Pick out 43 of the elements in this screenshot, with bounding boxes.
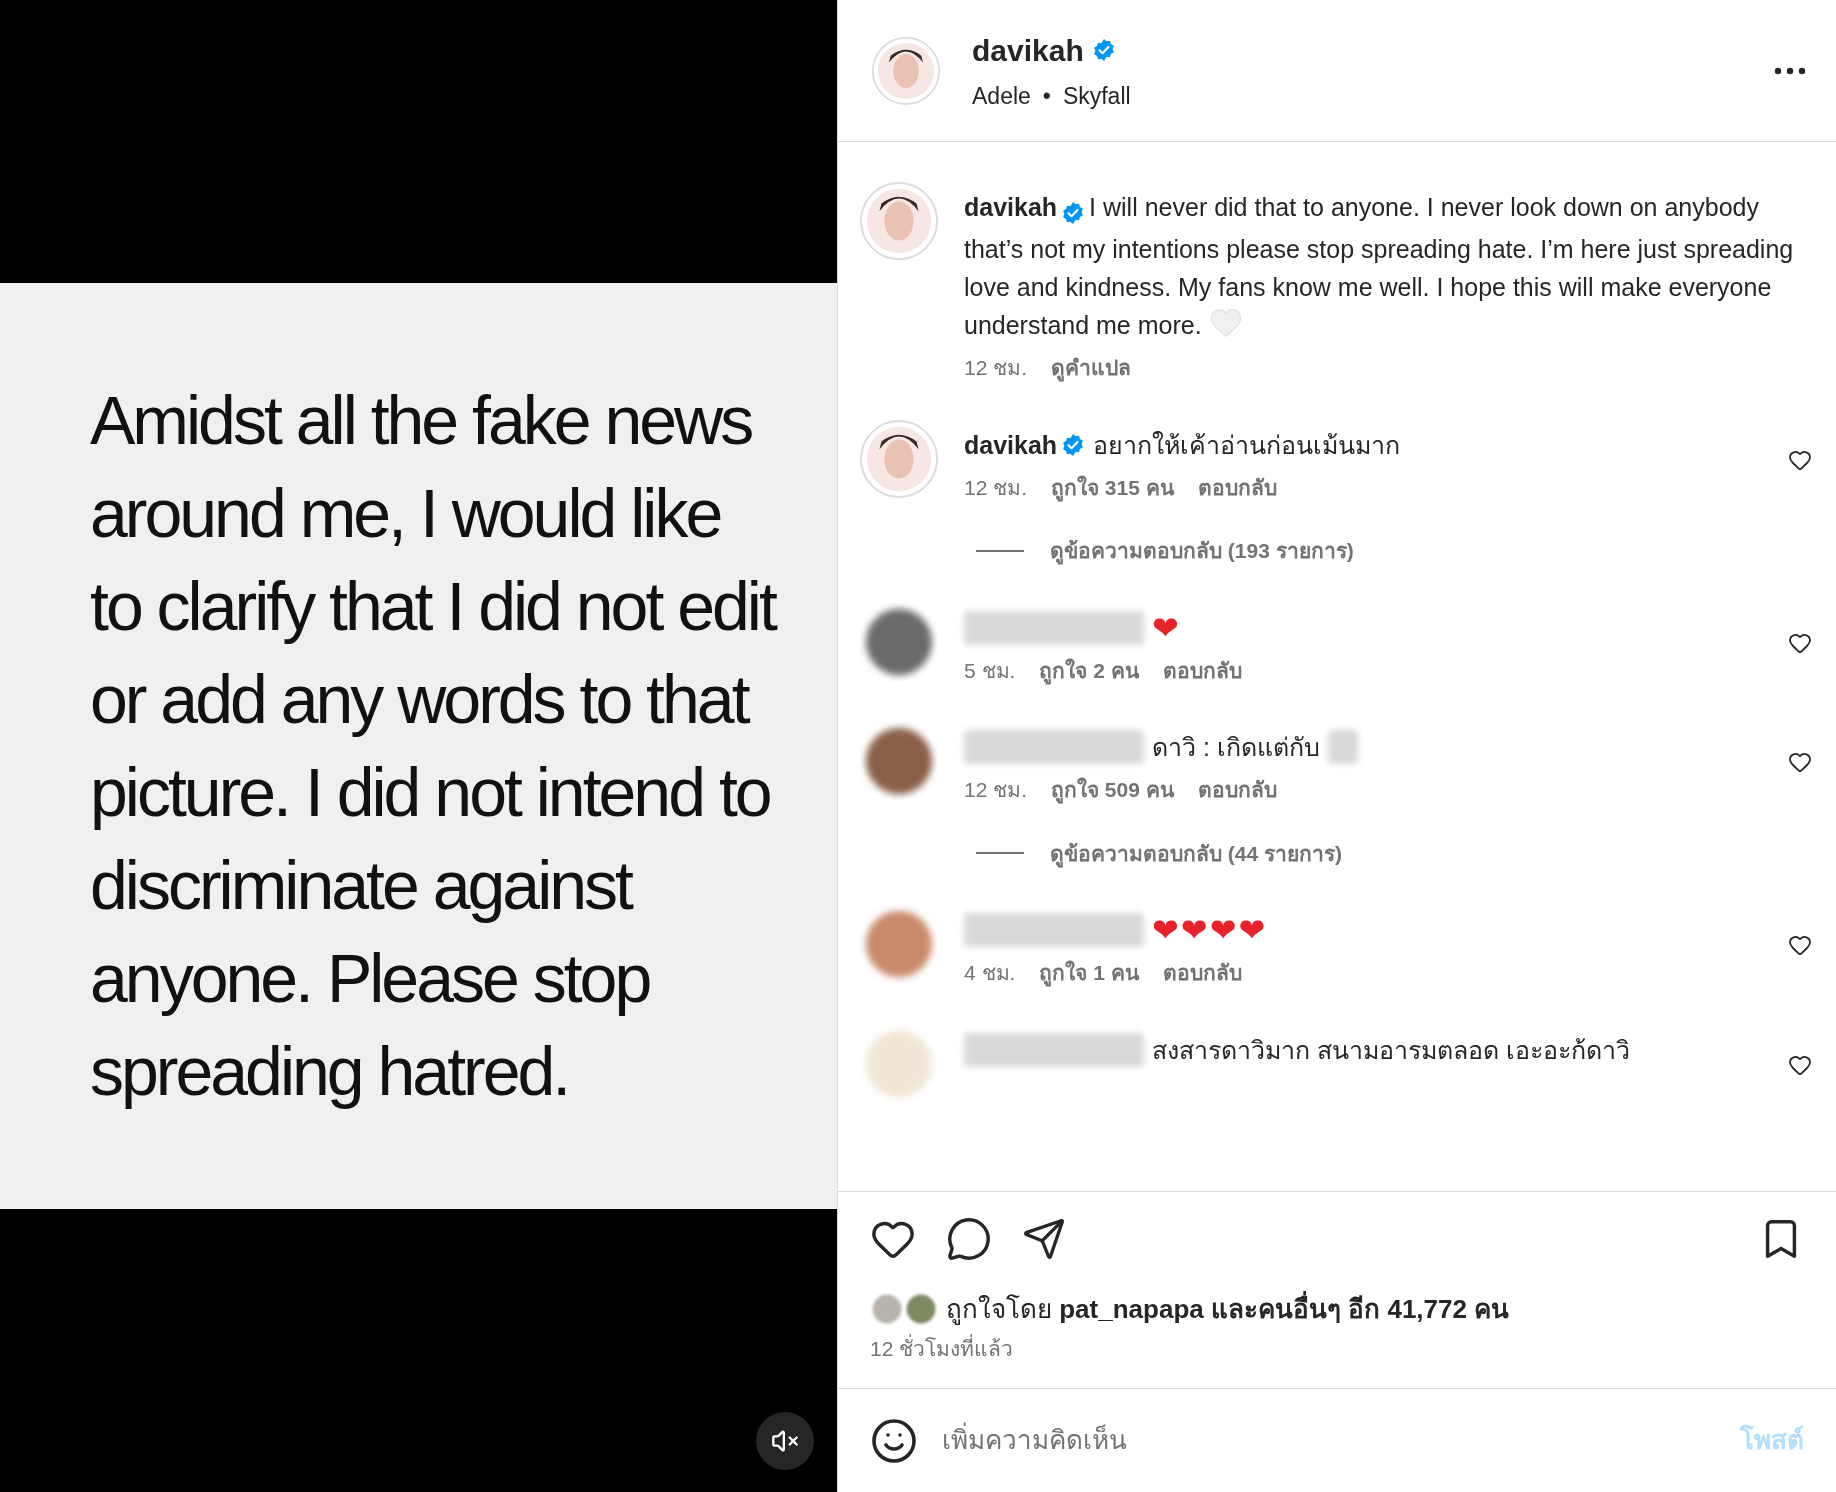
liked-by-user[interactable]: pat_napapa bbox=[1059, 1293, 1204, 1324]
audio-artist[interactable]: Adele bbox=[972, 78, 1031, 114]
post-time: 12 ชั่วโมงที่แล้ว bbox=[870, 1333, 1015, 1362]
comment-likes[interactable]: ถูกใจ 1 คน bbox=[1039, 957, 1139, 989]
reply-link[interactable]: ตอบกลับ bbox=[1162, 957, 1242, 989]
share-icon[interactable] bbox=[1022, 1216, 1066, 1261]
view-replies-link[interactable]: ดูข้อความตอบกลับ (44 รายการ) bbox=[1050, 837, 1342, 869]
likes-count[interactable]: และคนอื่นๆ อีก 41,772 คน bbox=[1210, 1293, 1510, 1324]
audio-track[interactable]: Skyfall bbox=[1062, 78, 1131, 114]
comment-likes[interactable]: ถูกใจ 2 คน bbox=[1039, 654, 1139, 686]
post-username[interactable]: davikah bbox=[972, 27, 1084, 73]
caption-text: davikah I will never did that to anyone. I never look down on anybody that’s not my intentions please stop spreading hate. I’m here just spreading love and kindness. My fans know me well. I hope this will make everyone understand me more. bbox=[964, 192, 1795, 341]
translate-link[interactable]: ดูคำแปล bbox=[1051, 352, 1132, 384]
comment-username[interactable]: davikah bbox=[964, 425, 1058, 464]
emoji-icon[interactable] bbox=[870, 1416, 918, 1465]
avatar[interactable] bbox=[860, 182, 938, 260]
avatar[interactable] bbox=[872, 36, 940, 105]
comment-icon[interactable] bbox=[946, 1215, 992, 1262]
comment-time: 5 ชม. bbox=[964, 657, 1016, 684]
comment-text: ❤ bbox=[1152, 608, 1181, 647]
comment-likes[interactable]: ถูกใจ 315 คน bbox=[1051, 471, 1174, 503]
liked-by-label: ถูกใจโดย bbox=[946, 1293, 1052, 1324]
comment-time: 12 ชม. bbox=[964, 474, 1028, 501]
reply-link[interactable]: ตอบกลับ bbox=[1197, 471, 1277, 503]
comment-text: อยากให้เค้าอ่านก่อนเม้นมาก bbox=[1093, 429, 1401, 461]
avatar[interactable] bbox=[904, 1292, 938, 1326]
separator: • bbox=[1042, 81, 1051, 111]
like-icon[interactable] bbox=[1788, 750, 1812, 774]
comment-text: ดาวิ : เกิดแต่กับ bbox=[1152, 732, 1320, 763]
comment-time: 4 ชม. bbox=[964, 960, 1016, 986]
like-icon[interactable] bbox=[1788, 933, 1812, 957]
comment-likes[interactable]: ถูกใจ 509 คน bbox=[1051, 774, 1174, 806]
comment-text: ❤❤❤❤ bbox=[1152, 911, 1268, 949]
comment-text: สงสารดาวิมาก สนามอารมตลอด เอะอะก้ดาวิ bbox=[1152, 1034, 1630, 1066]
reply-link[interactable]: ตอบกลับ bbox=[1162, 654, 1242, 686]
reply-link[interactable]: ตอบกลับ bbox=[1197, 774, 1277, 806]
statement-text: Amidst all the fake news around me, I would like to clarify that I did not edit or add any words to that picture. I did not intend to discriminate against anyone. Please stop spreading hatred. bbox=[90, 381, 777, 1111]
view-replies-link[interactable]: ดูข้อความตอบกลับ (193 รายการ) bbox=[1050, 535, 1354, 567]
comment-input[interactable]: เพิ่มความคิดเห็น bbox=[942, 1421, 1716, 1460]
comment-time: 12 ชม. bbox=[964, 355, 1028, 381]
more-options-icon[interactable] bbox=[1774, 66, 1806, 75]
avatar[interactable] bbox=[860, 419, 938, 498]
comment-time: 12 ชม. bbox=[964, 777, 1028, 803]
